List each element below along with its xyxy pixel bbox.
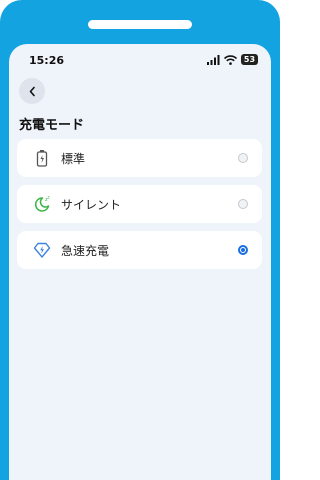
status-time: 15:26 <box>29 54 65 67</box>
option-standard[interactable]: 標準 <box>17 139 262 177</box>
option-label: 急速充電 <box>61 243 110 258</box>
screen: 15:26 53 充電モード 標準 z z サイレント 急速充電 <box>9 44 271 480</box>
signal-icon <box>207 54 220 65</box>
phone-frame: 15:26 53 充電モード 標準 z z サイレント 急速充電 <box>0 0 280 480</box>
battery-icon: 53 <box>241 54 258 65</box>
back-button[interactable] <box>19 78 45 104</box>
moon-icon: z z <box>32 194 52 214</box>
page-title: 充電モード <box>19 118 85 133</box>
radio-standard[interactable] <box>238 153 248 163</box>
radio-silent[interactable] <box>238 199 248 209</box>
svg-text:z: z <box>48 195 50 200</box>
chevron-left-icon <box>29 86 35 96</box>
fast-charge-icon <box>32 240 52 260</box>
radio-fast-charge[interactable] <box>238 245 248 255</box>
status-bar: 15:26 53 <box>9 44 271 78</box>
option-fast-charge[interactable]: 急速充電 <box>17 231 262 269</box>
option-label: サイレント <box>61 197 122 212</box>
wifi-icon <box>224 54 237 65</box>
option-label: 標準 <box>61 151 86 166</box>
battery-icon <box>32 148 52 168</box>
status-icons: 53 <box>207 54 258 65</box>
option-silent[interactable]: z z サイレント <box>17 185 262 223</box>
speaker-grille <box>88 20 192 29</box>
